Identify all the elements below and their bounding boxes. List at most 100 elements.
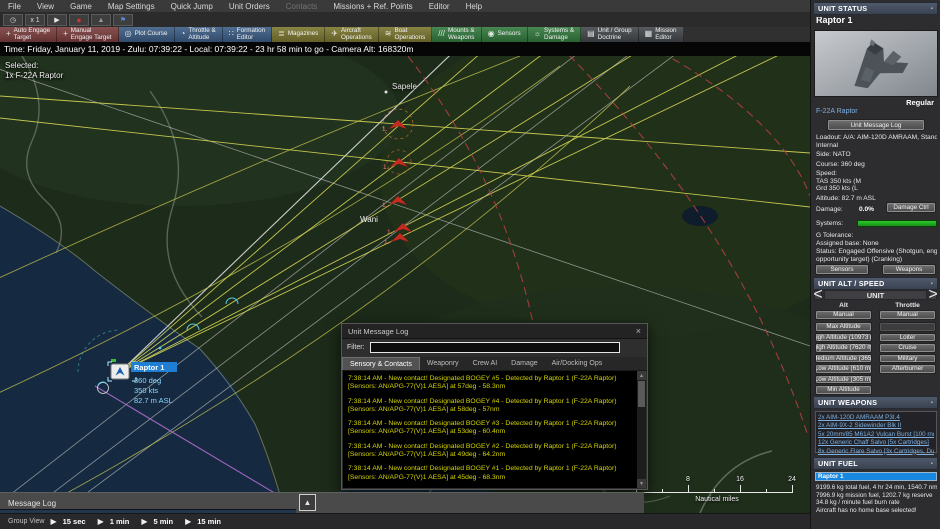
unit-weapons-header: UNIT WEAPONS ▪ [813, 396, 938, 409]
menu-view[interactable]: View [29, 2, 62, 11]
dialog-scrollbar[interactable]: ▲ ▼ [637, 371, 646, 488]
expand-log-button[interactable]: ▲ [299, 494, 316, 511]
town-label-sapele: Sapele [392, 82, 417, 91]
time-multiplier-button[interactable]: x 1 [25, 14, 45, 26]
damage-ctrl-button[interactable]: Damage Ctrl [886, 202, 936, 213]
min-altitude-button[interactable]: Min Altitude [815, 385, 872, 395]
label: Operations [394, 33, 426, 41]
unit-group-doctrine-button[interactable]: ▤ Unit / Group Doctrine [581, 27, 639, 42]
record-button[interactable]: ● [69, 14, 89, 26]
scope-prev-button[interactable]: < [813, 286, 822, 303]
boat-operations-button[interactable]: ≋ Boat Operations [378, 27, 433, 42]
plot-course-button[interactable]: ◎ Plot Course [118, 27, 175, 42]
play-icon[interactable]: ▶ [141, 517, 147, 526]
play-icon[interactable]: ▶ [98, 517, 104, 526]
filter-input[interactable] [369, 342, 620, 353]
formation-editor-button[interactable]: ∷ Formation Editor [222, 27, 273, 42]
mission-editor-button[interactable]: ▦ Mission Editor [638, 27, 684, 42]
svg-text:1.: 1. [384, 239, 390, 246]
weapon-link[interactable]: 2x AIM-120D AMRAAM P3I.4 [818, 414, 934, 422]
weapon-link[interactable]: 2x AIM-9X-2 Sidewinder Blk II [818, 422, 934, 430]
weapon-link[interactable]: 8x Generic Flare Salvo [3x Cartridges, D… [818, 448, 934, 456]
section-title: UNIT STATUS [818, 4, 868, 13]
aircraft-operations-button[interactable]: ✈ Aircraft Operations [325, 27, 379, 42]
throttle-military-button[interactable]: Military [879, 353, 936, 363]
throttle-altitude-button[interactable]: ◔ Throttle & Altitude [174, 27, 223, 42]
log-message: 7:38:14 AM - New contact! Designated BOG… [348, 375, 617, 391]
high-altitude-10973-button[interactable]: High Altitude (10973 m [815, 332, 872, 342]
menu-unit-orders[interactable]: Unit Orders [221, 2, 278, 11]
menu-quick-jump[interactable]: Quick Jump [163, 2, 221, 11]
play-icon[interactable]: ▶ [50, 517, 56, 526]
throttle-manual-button[interactable]: Manual [879, 310, 936, 320]
crosshair-icon: + [6, 29, 11, 39]
auto-engage-target-button[interactable]: + Auto Engage Target [0, 27, 58, 42]
menu-file[interactable]: File [0, 2, 29, 11]
fuel-line: 34.8 kg / minute fuel burn rate [816, 499, 900, 506]
step-15min[interactable]: 15 min [197, 517, 221, 526]
dialog-title: Unit Message Log [348, 326, 409, 336]
menu-map-settings[interactable]: Map Settings [100, 2, 163, 11]
svg-text:1.: 1. [382, 202, 388, 209]
group-view-label[interactable]: Group View [8, 518, 44, 525]
low-altitude-610-button[interactable]: Low Altitude (610 m) [815, 364, 872, 374]
dialog-titlebar[interactable]: Unit Message Log × [342, 324, 647, 339]
menu-help[interactable]: Help [458, 2, 490, 11]
throttle-loiter-button[interactable]: Loiter [879, 332, 936, 342]
throttle-column-label: Throttle [895, 302, 920, 309]
unit-fuel-header: UNIT FUEL ▪ [813, 457, 938, 470]
label: Target [13, 33, 32, 41]
terrain-view-button[interactable]: ▲ [91, 14, 111, 26]
proficiency-label: Regular [906, 98, 934, 107]
magazines-button[interactable]: ≣ Magazines [272, 27, 326, 42]
play-icon[interactable]: ▶ [185, 517, 191, 526]
alt-manual-button[interactable]: Manual [815, 310, 872, 320]
scroll-down-icon[interactable]: ▼ [637, 479, 646, 488]
systems-damage-button[interactable]: ☼ Systems & Damage [527, 27, 582, 42]
tab-air-docking-ops[interactable]: Air/Docking Ops [545, 357, 610, 370]
gear-icon: ☼ [533, 29, 542, 39]
weapon-link[interactable]: 5x 20mm/85 M61A2 Vulcan Burst [100 rnds] [818, 431, 934, 439]
tab-sensory-contacts[interactable]: Sensory & Contacts [342, 357, 420, 370]
tab-damage[interactable]: Damage [504, 357, 544, 370]
magazine-icon: ≣ [278, 29, 285, 39]
filter-row: Filter: [342, 339, 647, 356]
game-clock-button[interactable]: ◷ [3, 14, 23, 26]
tab-weaponry[interactable]: Weaponry [420, 357, 466, 370]
speed-grd-line: Grd 350 kts (L [816, 185, 858, 192]
pin-icon[interactable]: ▪ [931, 461, 933, 467]
fuel-unit-row[interactable]: Raptor 1 [815, 472, 937, 481]
high-altitude-7620-button[interactable]: High Altitude (7620 m) [815, 343, 872, 353]
pin-icon[interactable]: ▪ [931, 6, 933, 12]
sensors-panel-button[interactable]: Sensors [815, 264, 869, 275]
step-1min[interactable]: 1 min [110, 517, 130, 526]
scroll-up-icon[interactable]: ▲ [637, 371, 646, 380]
step-5min[interactable]: 5 min [153, 517, 173, 526]
unit-alt-label: 82.7 m ASL [134, 396, 173, 405]
pin-icon[interactable]: ▪ [931, 400, 933, 406]
close-icon[interactable]: × [636, 326, 641, 336]
play-button[interactable]: ▶ [47, 14, 67, 26]
unit-class-link[interactable]: F-22A Raptor [816, 108, 937, 116]
low-altitude-305-button[interactable]: Low Altitude (305 m) [815, 374, 872, 384]
tab-crew-ai[interactable]: Crew AI [466, 357, 505, 370]
boat-icon: ≋ [384, 29, 392, 39]
manual-engage-target-button[interactable]: + Manual Engage Target [57, 27, 119, 42]
medium-altitude-button[interactable]: Medium Altitude (3658 [815, 353, 872, 363]
weapons-panel-button[interactable]: Weapons [882, 264, 936, 275]
menu-editor[interactable]: Editor [421, 2, 458, 11]
menu-missions-ref-points[interactable]: Missions + Ref. Points [325, 2, 420, 11]
flag-button[interactable]: ⚑ [113, 14, 133, 26]
weapon-link[interactable]: 12x Generic Chaff Salvo [5x Cartridges] [818, 439, 934, 447]
sensors-button[interactable]: ◉ Sensors [481, 27, 528, 42]
unit-message-log-button[interactable]: Unit Message Log [827, 119, 925, 131]
throttle-cruise-button[interactable]: Cruise [879, 343, 936, 353]
scroll-thumb[interactable] [638, 381, 645, 407]
max-altitude-button[interactable]: Max Altitude [815, 322, 872, 332]
unit-alt-speed-header: UNIT ALT / SPEED ▪ [813, 277, 938, 290]
menu-game[interactable]: Game [62, 2, 100, 11]
step-15sec[interactable]: 15 sec [63, 517, 86, 526]
mounts-weapons-button[interactable]: /// Mounts & Weapons [432, 27, 482, 42]
throttle-afterburner-button[interactable]: Afterburner [879, 364, 936, 374]
scope-next-button[interactable]: > [928, 286, 937, 303]
